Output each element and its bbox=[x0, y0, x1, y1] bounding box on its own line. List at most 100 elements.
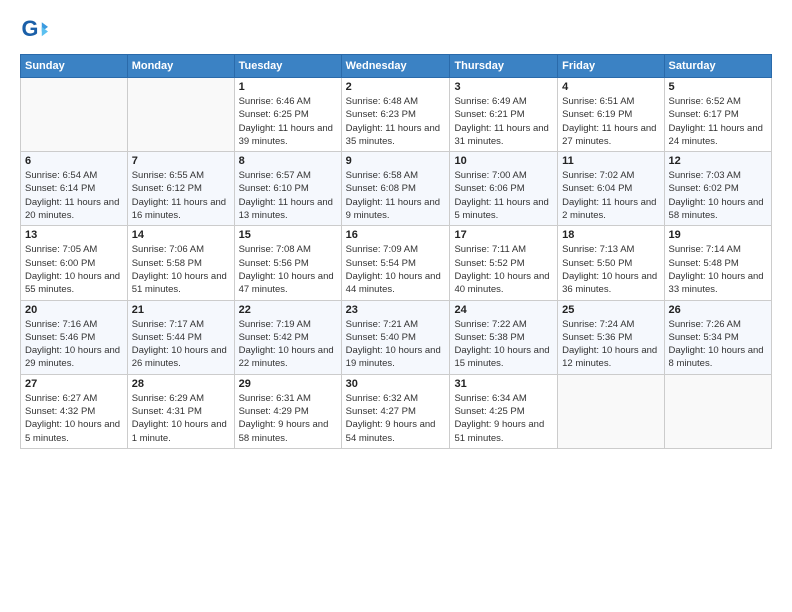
calendar-cell: 4 Sunrise: 6:51 AM Sunset: 6:19 PM Daylig… bbox=[558, 78, 664, 152]
weekday-header-thursday: Thursday bbox=[450, 55, 558, 78]
day-info: Sunrise: 6:52 AM Sunset: 6:17 PM Dayligh… bbox=[669, 95, 767, 148]
calendar-cell: 24 Sunrise: 7:22 AM Sunset: 5:38 PM Dayli… bbox=[450, 300, 558, 374]
day-number: 5 bbox=[669, 81, 767, 93]
weekday-header-wednesday: Wednesday bbox=[341, 55, 450, 78]
calendar-week-2: 6Sunrise: 6:54 AM Sunset: 6:14 PM Daylig… bbox=[21, 152, 772, 226]
calendar: SundayMondayTuesdayWednesdayThursdayFrid… bbox=[20, 54, 772, 449]
day-number: 6 bbox=[25, 155, 123, 167]
weekday-header-friday: Friday bbox=[558, 55, 664, 78]
calendar-cell: 6Sunrise: 6:54 AM Sunset: 6:14 PM Daylig… bbox=[21, 152, 128, 226]
day-number: 10 bbox=[454, 155, 553, 167]
day-info: Sunrise: 7:02 AM Sunset: 6:04 PM Dayligh… bbox=[562, 169, 659, 222]
day-number: 11 bbox=[562, 155, 659, 167]
day-number: 22 bbox=[239, 304, 337, 316]
day-number: 3 bbox=[454, 81, 553, 93]
calendar-cell: 15 Sunrise: 7:08 AM Sunset: 5:56 PM Dayli… bbox=[234, 226, 341, 300]
day-number: 31 bbox=[454, 378, 553, 390]
day-number: 20 bbox=[25, 304, 123, 316]
day-info: Sunrise: 7:22 AM Sunset: 5:38 PM Dayligh… bbox=[454, 318, 553, 371]
day-info: Sunrise: 7:05 AM Sunset: 6:00 PM Dayligh… bbox=[25, 243, 123, 296]
calendar-body: 1 Sunrise: 6:46 AM Sunset: 6:25 PM Daylig… bbox=[21, 78, 772, 449]
day-info: Sunrise: 6:58 AM Sunset: 6:08 PM Dayligh… bbox=[346, 169, 446, 222]
day-number: 8 bbox=[239, 155, 337, 167]
logo: G bbox=[20, 16, 52, 44]
calendar-cell: 2Sunrise: 6:48 AM Sunset: 6:23 PM Daylig… bbox=[341, 78, 450, 152]
calendar-header: SundayMondayTuesdayWednesdayThursdayFrid… bbox=[21, 55, 772, 78]
calendar-week-3: 13 Sunrise: 7:05 AM Sunset: 6:00 PM Dayli… bbox=[21, 226, 772, 300]
day-number: 14 bbox=[132, 229, 230, 241]
day-info: Sunrise: 6:57 AM Sunset: 6:10 PM Dayligh… bbox=[239, 169, 337, 222]
calendar-cell bbox=[127, 78, 234, 152]
day-number: 26 bbox=[669, 304, 767, 316]
day-info: Sunrise: 6:32 AM Sunset: 4:27 PM Dayligh… bbox=[346, 392, 446, 445]
calendar-cell: 1 Sunrise: 6:46 AM Sunset: 6:25 PM Daylig… bbox=[234, 78, 341, 152]
svg-text:G: G bbox=[22, 16, 39, 41]
day-number: 4 bbox=[562, 81, 659, 93]
day-info: Sunrise: 6:27 AM Sunset: 4:32 PM Dayligh… bbox=[25, 392, 123, 445]
day-info: Sunrise: 6:46 AM Sunset: 6:25 PM Dayligh… bbox=[239, 95, 337, 148]
header: G bbox=[20, 16, 772, 44]
calendar-cell bbox=[558, 374, 664, 448]
day-number: 18 bbox=[562, 229, 659, 241]
day-info: Sunrise: 7:00 AM Sunset: 6:06 PM Dayligh… bbox=[454, 169, 553, 222]
day-info: Sunrise: 7:03 AM Sunset: 6:02 PM Dayligh… bbox=[669, 169, 767, 222]
calendar-cell bbox=[664, 374, 771, 448]
day-number: 30 bbox=[346, 378, 446, 390]
calendar-cell: 16Sunrise: 7:09 AM Sunset: 5:54 PM Dayli… bbox=[341, 226, 450, 300]
calendar-cell: 8 Sunrise: 6:57 AM Sunset: 6:10 PM Daylig… bbox=[234, 152, 341, 226]
day-number: 17 bbox=[454, 229, 553, 241]
day-number: 24 bbox=[454, 304, 553, 316]
calendar-week-5: 27 Sunrise: 6:27 AM Sunset: 4:32 PM Dayli… bbox=[21, 374, 772, 448]
weekday-header-tuesday: Tuesday bbox=[234, 55, 341, 78]
day-number: 23 bbox=[346, 304, 446, 316]
calendar-cell: 26 Sunrise: 7:26 AM Sunset: 5:34 PM Dayli… bbox=[664, 300, 771, 374]
calendar-cell: 23 Sunrise: 7:21 AM Sunset: 5:40 PM Dayli… bbox=[341, 300, 450, 374]
calendar-cell: 18Sunrise: 7:13 AM Sunset: 5:50 PM Dayli… bbox=[558, 226, 664, 300]
calendar-cell: 29 Sunrise: 6:31 AM Sunset: 4:29 PM Dayli… bbox=[234, 374, 341, 448]
day-number: 12 bbox=[669, 155, 767, 167]
day-info: Sunrise: 6:31 AM Sunset: 4:29 PM Dayligh… bbox=[239, 392, 337, 445]
day-number: 29 bbox=[239, 378, 337, 390]
calendar-cell: 3 Sunrise: 6:49 AM Sunset: 6:21 PM Daylig… bbox=[450, 78, 558, 152]
day-number: 9 bbox=[346, 155, 446, 167]
calendar-week-1: 1 Sunrise: 6:46 AM Sunset: 6:25 PM Daylig… bbox=[21, 78, 772, 152]
day-info: Sunrise: 6:49 AM Sunset: 6:21 PM Dayligh… bbox=[454, 95, 553, 148]
weekday-row: SundayMondayTuesdayWednesdayThursdayFrid… bbox=[21, 55, 772, 78]
day-info: Sunrise: 7:06 AM Sunset: 5:58 PM Dayligh… bbox=[132, 243, 230, 296]
day-number: 15 bbox=[239, 229, 337, 241]
calendar-cell: 13 Sunrise: 7:05 AM Sunset: 6:00 PM Dayli… bbox=[21, 226, 128, 300]
day-info: Sunrise: 7:26 AM Sunset: 5:34 PM Dayligh… bbox=[669, 318, 767, 371]
calendar-cell: 10 Sunrise: 7:00 AM Sunset: 6:06 PM Dayli… bbox=[450, 152, 558, 226]
page: G SundayMondayTuesdayWednesdayThursdayFr… bbox=[0, 0, 792, 459]
day-info: Sunrise: 7:16 AM Sunset: 5:46 PM Dayligh… bbox=[25, 318, 123, 371]
day-number: 1 bbox=[239, 81, 337, 93]
weekday-header-saturday: Saturday bbox=[664, 55, 771, 78]
calendar-cell: 28Sunrise: 6:29 AM Sunset: 4:31 PM Dayli… bbox=[127, 374, 234, 448]
calendar-cell: 17 Sunrise: 7:11 AM Sunset: 5:52 PM Dayli… bbox=[450, 226, 558, 300]
day-info: Sunrise: 7:09 AM Sunset: 5:54 PM Dayligh… bbox=[346, 243, 446, 296]
day-number: 28 bbox=[132, 378, 230, 390]
calendar-cell: 7 Sunrise: 6:55 AM Sunset: 6:12 PM Daylig… bbox=[127, 152, 234, 226]
calendar-cell: 25Sunrise: 7:24 AM Sunset: 5:36 PM Dayli… bbox=[558, 300, 664, 374]
day-number: 13 bbox=[25, 229, 123, 241]
day-number: 27 bbox=[25, 378, 123, 390]
calendar-cell: 30 Sunrise: 6:32 AM Sunset: 4:27 PM Dayli… bbox=[341, 374, 450, 448]
calendar-cell: 22 Sunrise: 7:19 AM Sunset: 5:42 PM Dayli… bbox=[234, 300, 341, 374]
day-info: Sunrise: 7:11 AM Sunset: 5:52 PM Dayligh… bbox=[454, 243, 553, 296]
calendar-cell: 21 Sunrise: 7:17 AM Sunset: 5:44 PM Dayli… bbox=[127, 300, 234, 374]
day-number: 7 bbox=[132, 155, 230, 167]
day-number: 25 bbox=[562, 304, 659, 316]
logo-icon: G bbox=[20, 16, 48, 44]
day-info: Sunrise: 7:17 AM Sunset: 5:44 PM Dayligh… bbox=[132, 318, 230, 371]
day-info: Sunrise: 7:08 AM Sunset: 5:56 PM Dayligh… bbox=[239, 243, 337, 296]
day-info: Sunrise: 7:21 AM Sunset: 5:40 PM Dayligh… bbox=[346, 318, 446, 371]
calendar-cell: 31Sunrise: 6:34 AM Sunset: 4:25 PM Dayli… bbox=[450, 374, 558, 448]
calendar-cell: 27 Sunrise: 6:27 AM Sunset: 4:32 PM Dayli… bbox=[21, 374, 128, 448]
day-info: Sunrise: 6:51 AM Sunset: 6:19 PM Dayligh… bbox=[562, 95, 659, 148]
day-info: Sunrise: 6:55 AM Sunset: 6:12 PM Dayligh… bbox=[132, 169, 230, 222]
weekday-header-sunday: Sunday bbox=[21, 55, 128, 78]
day-number: 21 bbox=[132, 304, 230, 316]
calendar-cell: 19Sunrise: 7:14 AM Sunset: 5:48 PM Dayli… bbox=[664, 226, 771, 300]
day-info: Sunrise: 7:19 AM Sunset: 5:42 PM Dayligh… bbox=[239, 318, 337, 371]
day-number: 19 bbox=[669, 229, 767, 241]
